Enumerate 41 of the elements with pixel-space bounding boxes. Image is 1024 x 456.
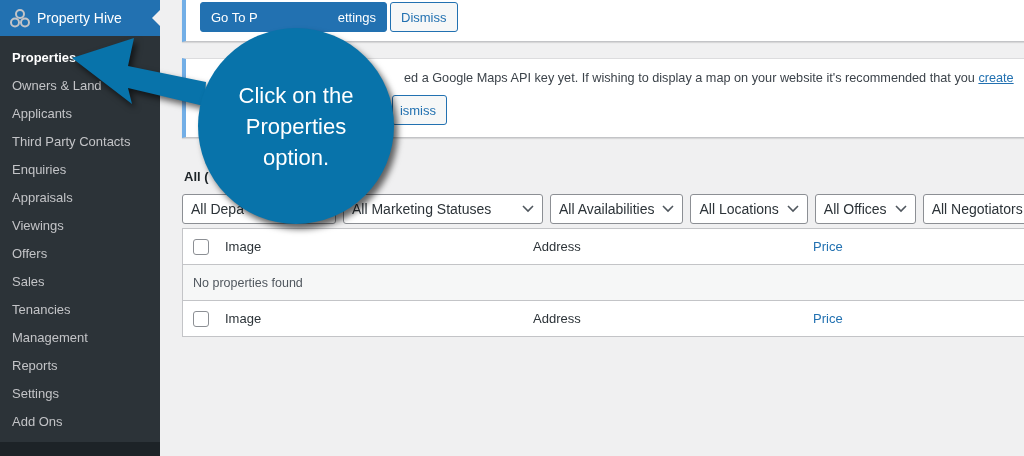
- filter-dropdown[interactable]: All Locations: [690, 194, 808, 224]
- column-header: Image: [215, 300, 523, 337]
- menu-item[interactable]: Owners & Land: [12, 73, 102, 101]
- menu-item[interactable]: Sales: [12, 269, 45, 297]
- dismiss-button[interactable]: Dismiss: [390, 2, 458, 32]
- menu-item[interactable]: Enquiries: [12, 157, 67, 185]
- chevron-down-icon: [894, 205, 907, 213]
- menu-item[interactable]: Reports: [12, 353, 58, 381]
- notice-text: ed a Google Maps API key yet. If wishing to display a map on your website it's recommended that you create: [404, 70, 1015, 87]
- menu-item[interactable]: Properties: [12, 45, 77, 73]
- filter-dropdown[interactable]: All Offices: [814, 194, 916, 224]
- chevron-down-icon: [662, 205, 675, 213]
- dismiss-button[interactable]: ismiss: [392, 95, 447, 125]
- column-header[interactable]: Price: [803, 300, 1024, 337]
- chevron-down-icon: [786, 205, 799, 213]
- hive-logo-icon: [10, 8, 30, 28]
- menu-item[interactable]: Management: [12, 325, 88, 353]
- column-header: Address: [523, 228, 803, 265]
- select-all-checkbox[interactable]: [193, 310, 209, 327]
- filter-dropdown[interactable]: All Marketing Statuses: [343, 194, 543, 224]
- menu-item[interactable]: Viewings: [12, 213, 64, 241]
- menu-item[interactable]: Add Ons: [12, 409, 63, 437]
- menu-item[interactable]: Third Party Contacts: [12, 129, 131, 157]
- column-header[interactable]: Price: [803, 228, 1024, 265]
- create-link[interactable]: create: [978, 71, 1014, 85]
- menu-header[interactable]: Property Hive: [0, 0, 160, 36]
- filter-dropdown[interactable]: All Negotiators: [922, 194, 1024, 224]
- filter-dropdown[interactable]: All Availabilities: [550, 194, 684, 224]
- column-header: Address: [523, 300, 803, 337]
- callout-text: Click on the Properties option.: [237, 81, 355, 172]
- menu-item[interactable]: Applicants: [12, 101, 72, 129]
- chevron-down-icon: [522, 205, 534, 213]
- empty-message: No properties found: [182, 264, 1024, 301]
- select-all-checkbox[interactable]: [193, 238, 209, 255]
- column-header: Image: [215, 228, 523, 265]
- menu-item[interactable]: Tenancies: [12, 297, 71, 325]
- menu-header-title: Property Hive: [37, 10, 122, 26]
- settings-button[interactable]: Go To P ettings: [200, 2, 387, 32]
- menu-item[interactable]: Appraisals: [12, 185, 73, 213]
- menu-item[interactable]: Offers: [12, 241, 48, 269]
- menu-item[interactable]: Settings: [12, 381, 59, 409]
